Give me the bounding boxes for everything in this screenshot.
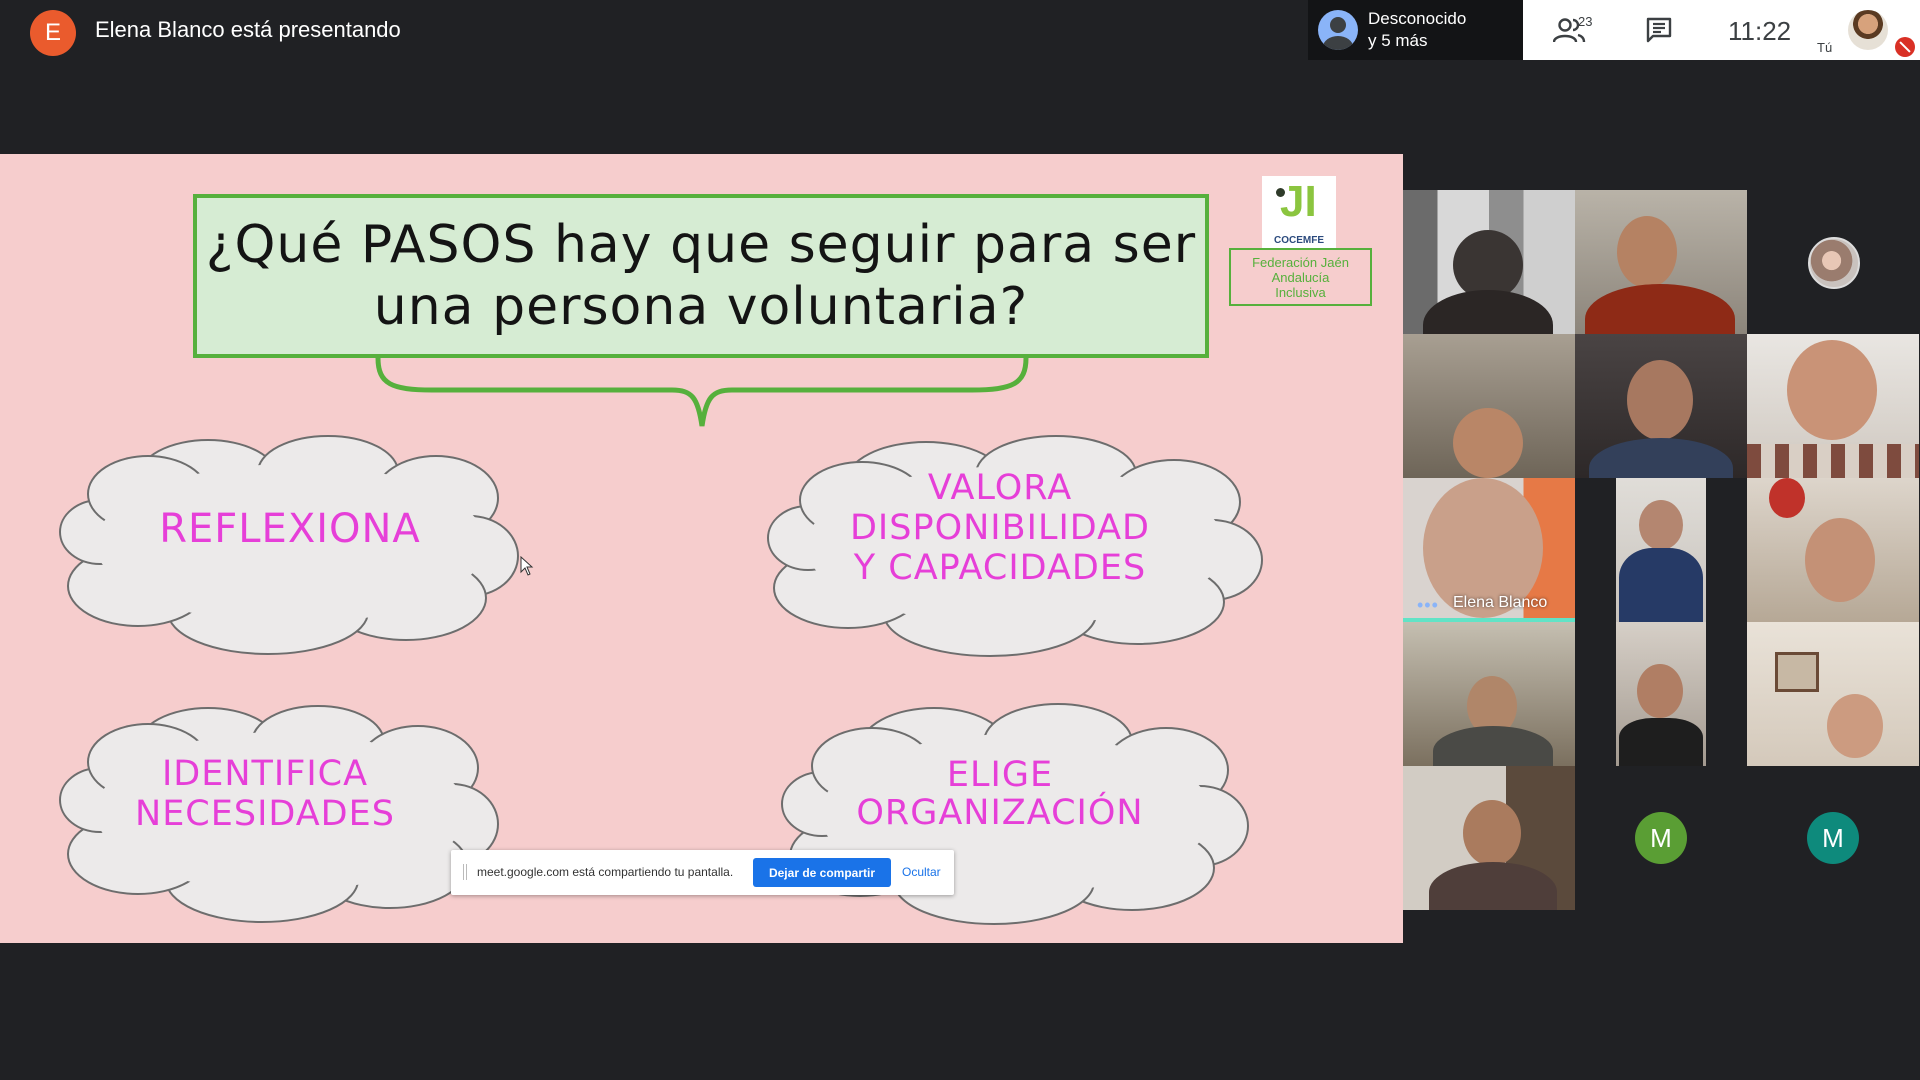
speaking-indicator-icon: ••• — [1417, 595, 1439, 615]
screen-share-bar[interactable]: meet.google.com está compartiendo tu pan… — [451, 850, 954, 895]
slide-title-box: ¿Qué PASOS hay que seguir para ser una p… — [193, 194, 1209, 358]
other-participants-name: Desconocido — [1368, 9, 1467, 28]
participant-count: 23 — [1578, 14, 1593, 29]
other-participants-more: y 5 más — [1368, 31, 1428, 50]
share-status-text: meet.google.com está compartiendo tu pan… — [477, 865, 734, 879]
mic-off-icon — [1895, 37, 1915, 57]
step-label-4: ELIGE ORGANIZACIÓN — [820, 756, 1180, 832]
slide-title-line-1: ¿Qué PASOS hay que seguir para ser — [205, 215, 1197, 275]
participant-name-label: Elena Blanco — [1453, 594, 1548, 611]
presenter-avatar: E — [30, 10, 76, 56]
step-2-line-2: DISPONIBILIDAD — [849, 508, 1151, 548]
participant-avatar — [1808, 237, 1860, 289]
step-label-1: REFLEXIONA — [100, 506, 480, 552]
participant-tile-2[interactable] — [1575, 190, 1747, 334]
step-4-line-1: ELIGE — [946, 755, 1054, 795]
participant-tile-1[interactable] — [1403, 190, 1575, 334]
participant-tile-3[interactable] — [1747, 190, 1919, 334]
step-4-line-2: ORGANIZACIÓN — [856, 793, 1144, 833]
presenter-status: Elena Blanco está presentando — [95, 17, 401, 42]
other-participants-chip[interactable]: Desconocido y 5 más — [1308, 0, 1523, 60]
self-avatar[interactable] — [1848, 10, 1888, 50]
org-name-line-2: Andalucía — [1271, 269, 1330, 285]
step-2-line-1: VALORA — [927, 468, 1073, 508]
meeting-toolbar: 23 11:22 Tú — [1523, 0, 1920, 60]
participant-tile-13[interactable] — [1403, 766, 1575, 910]
step-label-3: IDENTIFICA NECESIDADES — [90, 754, 440, 834]
title-brace — [375, 357, 1029, 427]
participant-tile-12[interactable] — [1747, 622, 1919, 766]
organization-name-box: Federación Jaén Andalucía Inclusiva — [1229, 248, 1372, 306]
participant-tile-11[interactable] — [1575, 622, 1747, 766]
participant-tile-15[interactable]: M — [1747, 766, 1919, 910]
chat-icon[interactable] — [1645, 17, 1673, 43]
participant-tile-4[interactable] — [1403, 334, 1575, 478]
participant-tile-6[interactable] — [1747, 334, 1919, 478]
step-label-2: VALORA DISPONIBILIDAD Y CAPACIDADES — [820, 468, 1180, 588]
unknown-user-avatar — [1318, 10, 1358, 50]
drag-handle-icon[interactable] — [463, 864, 467, 880]
participant-tile-10[interactable] — [1403, 622, 1575, 766]
participant-tile-5[interactable] — [1575, 334, 1747, 478]
participant-tile-speaker[interactable]: ••• Elena Blanco — [1403, 478, 1575, 622]
step-3-line-2: NECESIDADES — [135, 794, 395, 834]
participant-letter-avatar: M — [1635, 812, 1687, 864]
step-1-line-1: REFLEXIONA — [159, 506, 421, 552]
slide-title: ¿Qué PASOS hay que seguir para ser una p… — [206, 214, 1196, 338]
organization-logo: JI COCEMFE — [1262, 176, 1336, 248]
step-3-line-1: IDENTIFICA — [161, 754, 369, 794]
participant-tile-8[interactable] — [1575, 478, 1747, 622]
meeting-clock: 11:22 — [1728, 16, 1792, 46]
slide-title-line-2: una persona voluntaria? — [373, 277, 1029, 337]
step-2-line-3: Y CAPACIDADES — [853, 548, 1147, 588]
participant-letter-avatar: M — [1807, 812, 1859, 864]
org-name-line-1: Federación Jaén — [1252, 254, 1349, 270]
mouse-cursor-icon — [520, 556, 534, 576]
logo-brand-text: COCEMFE — [1274, 235, 1324, 246]
org-name-line-3: Inclusiva — [1275, 284, 1326, 300]
stop-sharing-button[interactable]: Dejar de compartir — [753, 858, 891, 887]
participant-tile-9[interactable] — [1747, 478, 1919, 622]
participant-tile-14[interactable]: M — [1575, 766, 1747, 910]
presentation-slide: ¿Qué PASOS hay que seguir para ser una p… — [0, 154, 1403, 943]
hide-share-bar-link[interactable]: Ocultar — [902, 865, 941, 879]
self-label: Tú — [1817, 40, 1833, 55]
